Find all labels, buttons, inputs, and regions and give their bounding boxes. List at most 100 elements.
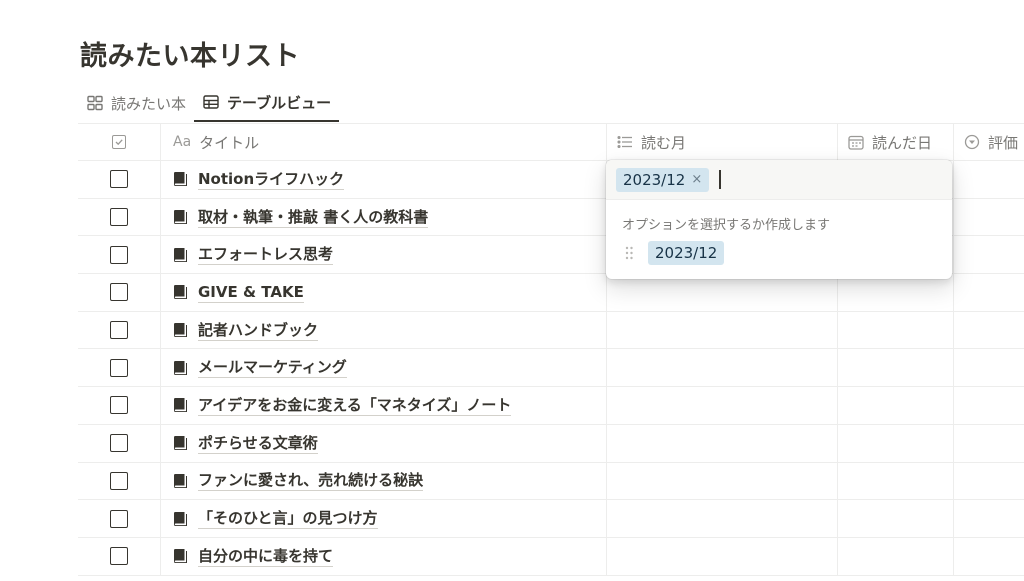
title-cell[interactable]: 自分の中に毒を持て (161, 537, 607, 575)
rating-cell[interactable] (954, 199, 1024, 236)
popup-hint: オプションを選択するか作成します (622, 218, 831, 233)
title-cell[interactable]: 取材・執筆・推敲 書く人の教科書 (161, 198, 607, 236)
drag-handle-icon[interactable] (624, 245, 634, 261)
tag-label: 2023/12 (623, 170, 686, 189)
month-cell[interactable] (607, 311, 838, 349)
column-label: タイトル (199, 133, 260, 152)
title-cell[interactable]: アイデアをお金に変える「マネタイズ」ノート (161, 387, 607, 424)
tab-table-view[interactable]: テーブルビュー (194, 84, 340, 122)
rating-cell[interactable] (954, 236, 1024, 273)
text-cursor (719, 170, 721, 189)
row-checkbox-cell (78, 236, 161, 274)
date-cell[interactable] (838, 349, 954, 387)
page-link[interactable]: Notionライフハック (198, 169, 345, 190)
remove-tag-icon[interactable]: × (691, 172, 702, 187)
book-icon (174, 323, 187, 338)
row-checkbox[interactable] (110, 396, 128, 415)
title-cell[interactable]: 「そのひと言」の見つけ方 (161, 500, 607, 537)
title-cell[interactable]: Notionライフハック (161, 161, 607, 198)
rating-cell[interactable] (954, 274, 1024, 311)
title-cell[interactable]: GIVE & TAKE (161, 274, 607, 311)
title-cell[interactable]: ポチらせる文章術 (161, 424, 607, 462)
table-row: メールマーケティング (78, 349, 1024, 388)
option-item[interactable]: 2023/12 (606, 236, 952, 270)
rating-cell[interactable] (954, 349, 1024, 386)
month-cell[interactable] (607, 274, 838, 311)
header-rating-column[interactable]: 評価 (954, 124, 1024, 160)
rating-cell[interactable] (954, 425, 1024, 462)
rating-cell[interactable] (954, 538, 1024, 575)
title-cell[interactable]: ファンに愛され、売れ続ける秘訣 (161, 462, 607, 500)
header-checkbox-column[interactable] (78, 124, 161, 160)
date-cell[interactable] (838, 537, 954, 575)
title-cell[interactable]: 記者ハンドブック (161, 311, 607, 349)
gallery-icon (87, 95, 103, 111)
tab-label: テーブルビュー (227, 93, 332, 112)
book-icon (174, 285, 187, 300)
row-checkbox-cell (78, 424, 161, 462)
page-link[interactable]: 取材・執筆・推敲 書く人の教科書 (198, 207, 429, 228)
row-checkbox[interactable] (110, 547, 128, 566)
option-search-input[interactable]: 2023/12 × (606, 160, 952, 200)
month-cell[interactable] (607, 462, 838, 500)
page-link[interactable]: GIVE & TAKE (198, 282, 304, 303)
rating-cell[interactable] (954, 463, 1024, 500)
date-cell[interactable] (838, 274, 954, 311)
page-link[interactable]: アイデアをお金に変える「マネタイズ」ノート (198, 395, 512, 416)
rating-cell[interactable] (954, 312, 1024, 349)
header-date-column[interactable]: 読んだ日 (838, 124, 954, 160)
select-icon (964, 134, 980, 150)
page-link[interactable]: 「そのひと言」の見つけ方 (198, 508, 378, 530)
page-link[interactable]: ファンに愛され、売れ続ける秘訣 (198, 470, 424, 492)
rating-cell[interactable] (954, 161, 1024, 198)
row-checkbox-cell (78, 462, 161, 500)
date-cell[interactable] (838, 424, 954, 462)
date-cell[interactable] (838, 500, 954, 537)
table-row: アイデアをお金に変える「マネタイズ」ノート (78, 387, 1024, 425)
page-link[interactable]: ポチらせる文章術 (198, 433, 318, 454)
rating-cell[interactable] (954, 500, 1024, 537)
book-icon (174, 398, 187, 413)
view-tabs: 読みたい本 テーブルビュー (78, 84, 340, 122)
rating-cell[interactable] (954, 387, 1024, 424)
row-checkbox-cell (78, 311, 161, 349)
table-row: ファンに愛され、売れ続ける秘訣 (78, 462, 1024, 501)
title-cell[interactable]: エフォートレス思考 (161, 236, 607, 274)
title-cell[interactable]: メールマーケティング (161, 349, 607, 387)
date-cell[interactable] (838, 462, 954, 500)
month-cell[interactable] (607, 537, 838, 575)
row-checkbox[interactable] (110, 509, 128, 528)
page-link[interactable]: 自分の中に毒を持て (198, 546, 334, 567)
row-checkbox-cell (78, 349, 161, 387)
row-checkbox[interactable] (110, 471, 128, 490)
page-link[interactable]: 記者ハンドブック (198, 320, 319, 341)
table-header: Aa タイトル 読む月 読んだ日 評価 (78, 123, 1024, 161)
list-icon (617, 135, 632, 149)
header-month-column[interactable]: 読む月 (607, 124, 838, 160)
month-cell[interactable] (607, 349, 838, 387)
tab-label: 読みたい本 (111, 94, 187, 113)
row-checkbox[interactable] (110, 321, 128, 340)
page-link[interactable]: エフォートレス思考 (198, 244, 334, 266)
row-checkbox[interactable] (110, 208, 128, 227)
row-checkbox-cell (78, 274, 161, 311)
row-checkbox[interactable] (110, 170, 128, 189)
row-checkbox[interactable] (110, 245, 128, 264)
date-cell[interactable] (838, 311, 954, 349)
selected-tag[interactable]: 2023/12 × (616, 167, 710, 192)
row-checkbox[interactable] (110, 358, 128, 377)
table-row: 自分の中に毒を持て (78, 537, 1024, 576)
month-cell[interactable] (607, 387, 838, 424)
table-icon (203, 95, 219, 109)
row-checkbox[interactable] (110, 283, 128, 302)
header-title-column[interactable]: Aa タイトル (161, 124, 607, 160)
month-cell[interactable] (607, 500, 838, 537)
tab-gallery-view[interactable]: 読みたい本 (78, 84, 194, 122)
month-cell[interactable] (607, 424, 838, 462)
page-link[interactable]: メールマーケティング (198, 357, 347, 379)
row-checkbox-cell (78, 198, 161, 236)
date-cell[interactable] (838, 387, 954, 424)
book-icon (174, 549, 187, 564)
row-checkbox-cell (78, 387, 161, 424)
row-checkbox[interactable] (110, 434, 128, 453)
